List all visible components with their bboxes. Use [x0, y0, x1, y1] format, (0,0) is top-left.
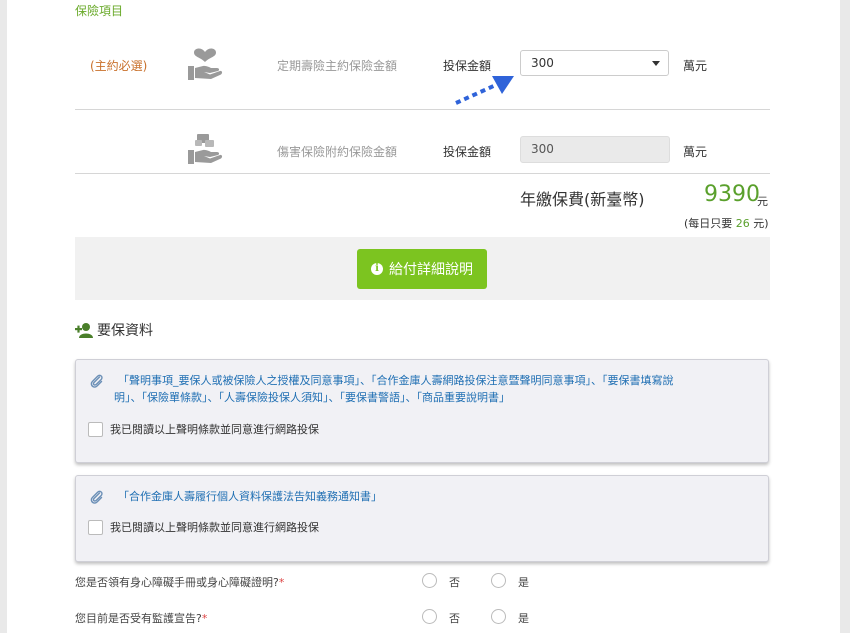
radio-yes[interactable] — [491, 609, 506, 624]
agree-checkbox[interactable] — [88, 422, 103, 437]
daily-prefix: (每日只要 — [684, 217, 736, 230]
rider-amount-value: 300 — [531, 142, 554, 156]
section-title: 保險項目 — [75, 4, 124, 18]
required-mark: * — [278, 576, 285, 589]
annual-premium-label: 年繳保費(新臺幣) — [520, 190, 645, 209]
main-coverage-name: 定期壽險主約保險金額 — [277, 59, 398, 73]
radio-yes[interactable] — [491, 573, 506, 588]
paperclip-icon — [90, 490, 103, 504]
agree-checkbox[interactable] — [88, 520, 103, 535]
agree-checkbox-label: 我已閱讀以上聲明條款並同意進行網路投保 — [110, 521, 319, 534]
amount-label: 投保金額 — [443, 145, 492, 159]
annual-premium-value: 9390 — [704, 182, 760, 207]
radio-no[interactable] — [422, 573, 437, 588]
radio-yes-label: 是 — [518, 576, 529, 589]
privacy-notice-link[interactable]: 「合作金庫人壽履行個人資料保護法告知義務通知書」 — [118, 488, 382, 506]
daily-premium-value: 26 — [735, 217, 750, 230]
benefit-detail-label: 給付詳細說明 — [389, 262, 473, 278]
amount-unit: 萬元 — [683, 59, 708, 73]
radio-no-label: 否 — [449, 612, 460, 625]
required-tag: (主約必選) — [90, 59, 148, 73]
rider-amount-field: 300 — [520, 136, 670, 163]
divider — [75, 173, 770, 174]
paperclip-icon — [90, 374, 103, 388]
detail-bar: i 給付詳細說明 — [75, 237, 770, 300]
declaration-docs-line1[interactable]: 「聲明事項_要保人或被保險人之授權及同意事項」、「合作金庫人壽網路投保注意暨聲明… — [118, 372, 674, 390]
question-disability: 您是否領有身心障礙手冊或身心障礙證明?* — [75, 574, 284, 590]
agree-checkbox-label: 我已閱讀以上聲明條款並同意進行網路投保 — [110, 423, 319, 436]
daily-premium: (每日只要 26 元) — [684, 215, 769, 231]
question-text: 您是否領有身心障礙手冊或身心障礙證明? — [75, 576, 279, 589]
privacy-panel: 「合作金庫人壽履行個人資料保護法告知義務通知書」 我已閱讀以上聲明條款並同意進行… — [75, 475, 769, 562]
declaration-docs-line2[interactable]: 明」、「保險單條款」、「人壽保險投保人須知」、「要保書警語」、「商品重要說明書」 — [114, 389, 510, 407]
amount-unit: 萬元 — [683, 145, 708, 159]
declaration-panel: 「聲明事項_要保人或被保險人之授權及同意事項」、「合作金庫人壽網路投保注意暨聲明… — [75, 359, 769, 463]
main-amount-select[interactable]: 300 — [520, 50, 669, 76]
divider — [75, 109, 770, 110]
add-user-icon — [75, 323, 93, 338]
page: 保險項目 (主約必選) 定期壽險主約保險金額 投保金額 300 萬元 傷害保險附… — [7, 0, 840, 633]
main-amount-value: 300 — [531, 56, 554, 70]
heart-hand-icon — [187, 48, 227, 84]
radio-no[interactable] — [422, 609, 437, 624]
radio-yes-label: 是 — [518, 612, 529, 625]
annual-premium-unit: 元 — [757, 195, 768, 208]
benefit-detail-button[interactable]: i 給付詳細說明 — [357, 249, 487, 289]
application-title-text: 要保資料 — [97, 323, 153, 339]
pointer-arrow-icon — [455, 76, 514, 105]
daily-suffix: 元) — [749, 217, 769, 230]
info-icon: i — [371, 263, 383, 275]
question-guardianship: 您目前是否受有監護宣告?* — [75, 610, 207, 626]
required-mark: * — [201, 612, 208, 625]
chevron-down-icon — [652, 61, 660, 66]
injury-hand-icon — [187, 132, 227, 168]
application-title: 要保資料 — [75, 320, 153, 340]
rider-coverage-name: 傷害保險附約保險金額 — [277, 145, 398, 159]
radio-no-label: 否 — [449, 576, 460, 589]
question-text: 您目前是否受有監護宣告? — [75, 612, 202, 625]
